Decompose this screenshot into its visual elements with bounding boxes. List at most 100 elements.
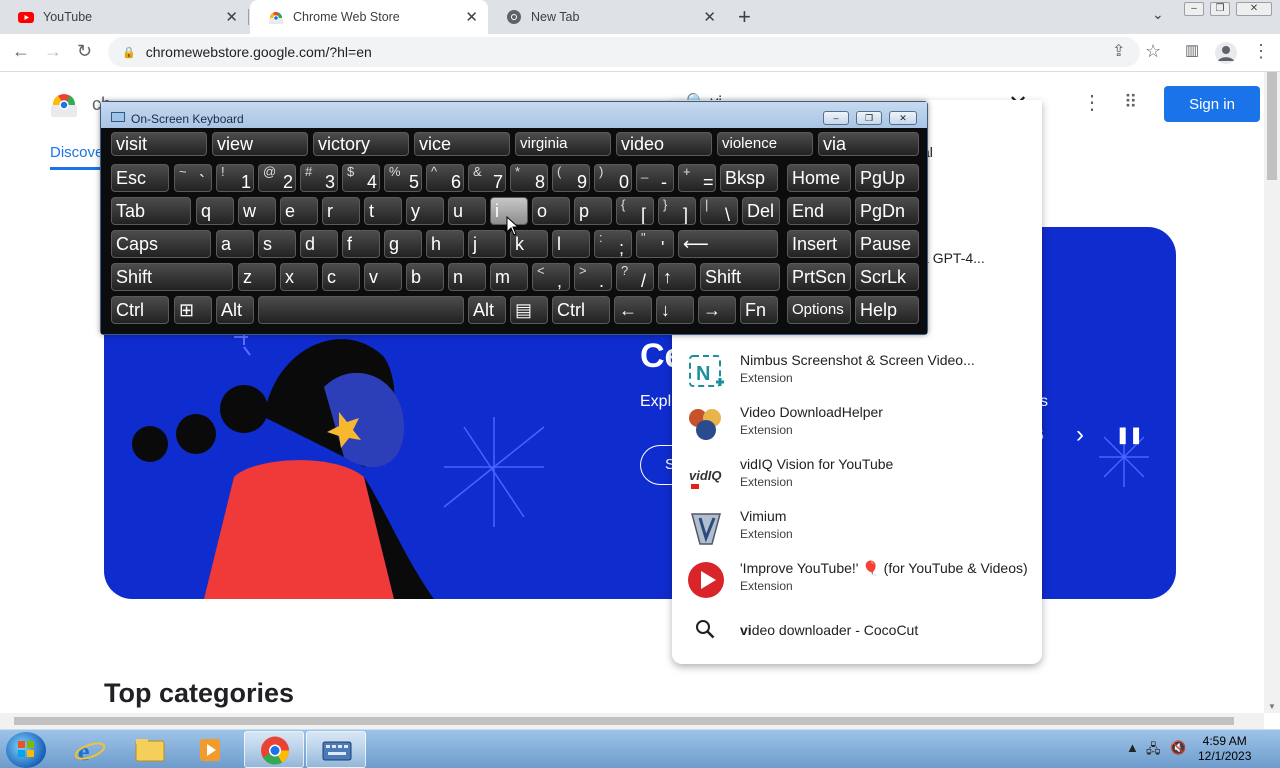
suggestion-item[interactable]: N Nimbus Screenshot & Screen Video... Ex… (672, 346, 1042, 398)
key-0[interactable]: ) 0 (594, 164, 632, 192)
key-3[interactable]: #3 (300, 164, 338, 192)
address-bar[interactable]: 🔒 chromewebstore.google.com/?hl=en (108, 37, 1140, 67)
key-del[interactable]: Del (742, 197, 780, 225)
key-ctrl[interactable]: Ctrl (111, 296, 169, 324)
osk-restore-button[interactable]: ❐ (856, 111, 882, 125)
lock-icon[interactable]: 🔒 (122, 46, 136, 59)
key-sym[interactable]: :; (594, 230, 632, 258)
more-options-icon[interactable]: ⋮ (1082, 90, 1102, 115)
key-n[interactable]: n (448, 263, 486, 291)
key-sym[interactable]: ⊞ (174, 296, 212, 324)
key-6[interactable]: ^ 6 (426, 164, 464, 192)
prediction-key[interactable]: virginia (515, 132, 611, 156)
tab-new-tab[interactable]: New Tab ✕ (488, 0, 726, 34)
key-end[interactable]: End (787, 197, 851, 225)
pause-icon[interactable]: ❚❚ (1116, 425, 1143, 445)
key-sym[interactable]: + = (678, 164, 716, 192)
network-icon[interactable]: 🖧 (1146, 740, 1161, 762)
tab-discover[interactable]: Discove (50, 144, 103, 161)
key-7[interactable]: & 7 (468, 164, 506, 192)
suggestion-item[interactable]: Video DownloadHelper Extension (672, 398, 1042, 450)
key-r[interactable]: r (322, 197, 360, 225)
key-j[interactable]: j (468, 230, 506, 258)
key-g[interactable]: g (384, 230, 422, 258)
taskbar-media-player[interactable] (180, 731, 240, 768)
key-8[interactable]: * 8 (510, 164, 548, 192)
close-tab-icon[interactable]: ✕ (225, 8, 238, 26)
restore-button[interactable]: ❐ (1210, 2, 1230, 16)
key-sym[interactable]: >. (574, 263, 612, 291)
key-alt[interactable]: Alt (216, 296, 254, 324)
taskbar-ie[interactable]: e (60, 731, 120, 768)
key-sym[interactable]: ↓ (656, 296, 694, 324)
key-pause[interactable]: Pause (855, 230, 919, 258)
suggestion-item[interactable]: 'Improve YouTube!' 🎈 (for YouTube & Vide… (672, 554, 1042, 606)
volume-muted-icon[interactable]: 🔇 (1170, 740, 1186, 756)
taskbar-chrome[interactable] (244, 731, 304, 768)
key-4[interactable]: $4 (342, 164, 380, 192)
key-shift[interactable]: Shift (111, 263, 233, 291)
key-ctrl[interactable]: Ctrl (552, 296, 610, 324)
prediction-key[interactable]: video (616, 132, 712, 156)
key-sym[interactable]: _ - (636, 164, 674, 192)
scroll-down-arrow-icon[interactable]: ▼ (1268, 702, 1276, 711)
reload-icon[interactable]: ↻ (77, 41, 92, 62)
osk-titlebar[interactable]: On-Screen Keyboard – ❐ ✕ (101, 102, 927, 128)
key-shift[interactable]: Shift (700, 263, 780, 291)
prediction-key[interactable]: view (212, 132, 308, 156)
google-apps-icon[interactable]: ⠿ (1124, 92, 1137, 113)
key-c[interactable]: c (322, 263, 360, 291)
scrollbar-thumb[interactable] (1267, 72, 1277, 180)
close-tab-icon[interactable]: ✕ (465, 8, 478, 26)
key-q[interactable]: q (196, 197, 234, 225)
key-prtscn[interactable]: PrtScn (787, 263, 851, 291)
close-tab-icon[interactable]: ✕ (703, 8, 716, 26)
key-insert[interactable]: Insert (787, 230, 851, 258)
side-panel-icon[interactable]: ▥ (1185, 41, 1199, 59)
prediction-key[interactable]: visit (111, 132, 207, 156)
key-fn[interactable]: Fn (740, 296, 778, 324)
key-a[interactable]: a (216, 230, 254, 258)
horizontal-scrollbar[interactable] (0, 713, 1264, 729)
taskbar-on-screen-keyboard[interactable] (306, 731, 366, 768)
suggestion-item[interactable]: video downloader - CocoCut (672, 606, 1042, 658)
suggestion-item[interactable]: Vimium Extension (672, 502, 1042, 554)
chevron-right-icon[interactable]: › (1076, 421, 1084, 449)
key-z[interactable]: z (238, 263, 276, 291)
share-icon[interactable]: ⇪ (1112, 41, 1125, 61)
show-hidden-icons-icon[interactable]: ▲ (1126, 740, 1139, 755)
vertical-scrollbar[interactable]: ▲ ▼ (1264, 72, 1280, 713)
key-options[interactable]: Options (787, 296, 851, 324)
key-w[interactable]: w (238, 197, 276, 225)
key-scrlk[interactable]: ScrLk (855, 263, 919, 291)
key-h[interactable]: h (426, 230, 464, 258)
profile-avatar-icon[interactable] (1215, 42, 1237, 64)
key-9[interactable]: (9 (552, 164, 590, 192)
back-arrow-icon[interactable]: ← (12, 41, 30, 62)
taskbar-explorer[interactable] (120, 731, 180, 768)
prediction-key[interactable]: violence (717, 132, 813, 156)
key-sym[interactable]: <, (532, 263, 570, 291)
key-v[interactable]: v (364, 263, 402, 291)
key-2[interactable]: @2 (258, 164, 296, 192)
forward-arrow-icon[interactable]: → (44, 41, 62, 62)
key-sym[interactable]: ? / (616, 263, 654, 291)
tab-youtube[interactable]: YouTube ✕ (0, 0, 248, 34)
prediction-key[interactable]: vice (414, 132, 510, 156)
key-1[interactable]: ! 1 (216, 164, 254, 192)
key-sym[interactable]: " ' (636, 230, 674, 258)
prediction-key[interactable]: victory (313, 132, 409, 156)
key-l[interactable]: l (552, 230, 590, 258)
key-alt[interactable]: Alt (468, 296, 506, 324)
close-window-button[interactable]: ✕ (1236, 2, 1272, 16)
key-sym[interactable]: {[ (616, 197, 654, 225)
key-s[interactable]: s (258, 230, 296, 258)
key-space[interactable] (258, 296, 464, 324)
osk-minimize-button[interactable]: – (823, 111, 849, 125)
tab-chrome-web-store[interactable]: Chrome Web Store ✕ (250, 0, 488, 34)
key-sym[interactable]: → (698, 296, 736, 324)
kebab-menu-icon[interactable]: ⋮ (1252, 41, 1270, 62)
minimize-button[interactable]: – (1184, 2, 1204, 16)
key-bksp[interactable]: Bksp (720, 164, 778, 192)
key-tab[interactable]: Tab (111, 197, 191, 225)
